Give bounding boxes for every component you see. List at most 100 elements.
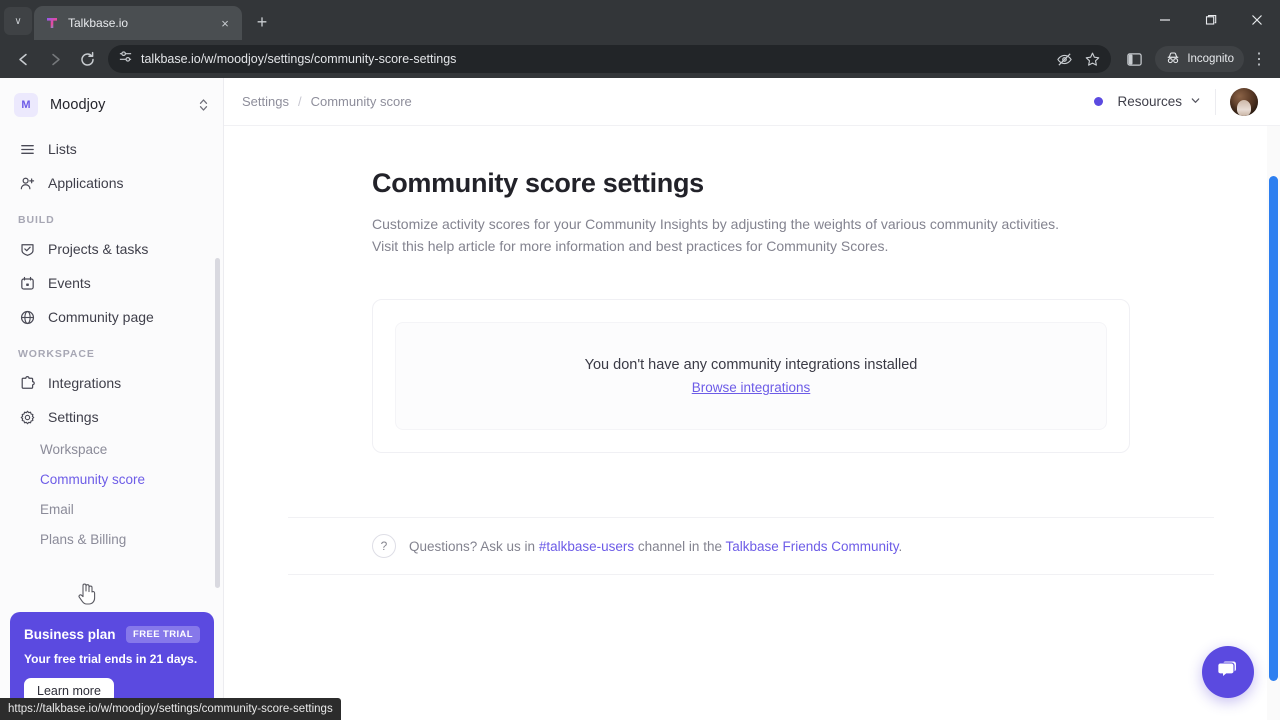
talkbase-users-channel-link[interactable]: #talkbase-users	[539, 539, 634, 554]
tab-search-button[interactable]: ∨	[4, 7, 32, 35]
gear-icon	[18, 408, 36, 426]
chevron-down-icon: ∨	[14, 15, 22, 27]
integrations-card: You don't have any community integration…	[372, 299, 1130, 454]
sidebar-item-community-page[interactable]: Community page	[10, 300, 213, 334]
page-scrollbar[interactable]	[1269, 176, 1278, 681]
avatar[interactable]	[1230, 87, 1258, 116]
sidebar-scrollbar[interactable]	[215, 258, 220, 588]
window-controls	[1142, 0, 1280, 40]
help-text-prefix: Questions? Ask us in	[409, 538, 539, 554]
sidebar: M Moodjoy Lists Applications BUILD Proje…	[0, 78, 224, 720]
help-text-middle: channel in the	[634, 538, 726, 554]
star-icon[interactable]	[1079, 46, 1105, 72]
main-area: Settings / Community score Resources Com…	[224, 78, 1280, 720]
chevron-up-down-icon[interactable]	[198, 97, 209, 113]
omnibox-actions	[1051, 46, 1105, 72]
app-root: M Moodjoy Lists Applications BUILD Proje…	[0, 78, 1280, 720]
incognito-indicator[interactable]: Incognito	[1155, 46, 1244, 72]
incognito-icon	[1165, 50, 1181, 69]
help-text-suffix: .	[898, 538, 903, 554]
tab-title: Talkbase.io	[68, 16, 129, 30]
breadcrumb: Settings / Community score	[242, 94, 412, 109]
sidebar-item-integrations[interactable]: Integrations	[10, 366, 213, 400]
sidebar-subitem-community-score[interactable]: Community score	[10, 464, 213, 494]
talkbase-friends-community-link[interactable]: Talkbase Friends Community	[725, 539, 898, 554]
sidebar-item-label: Integrations	[48, 375, 122, 391]
page-description-line2: Visit this help article for more informa…	[372, 238, 889, 255]
sidebar-section-build: BUILD	[18, 214, 55, 226]
page-content: Community score settings Customize activ…	[224, 126, 1280, 720]
status-badge: FREE TRIAL	[126, 626, 200, 643]
sidebar-item-label: Events	[48, 275, 91, 291]
forward-icon	[40, 44, 70, 74]
top-bar: Settings / Community score Resources	[224, 78, 1280, 126]
notification-dot[interactable]	[1094, 97, 1104, 106]
plan-card-header: Business plan FREE TRIAL	[24, 626, 200, 643]
sidebar-subitem-workspace[interactable]: Workspace	[10, 434, 213, 464]
help-text: Questions? Ask us in #talkbase-users cha…	[409, 539, 902, 554]
url-text[interactable]: talkbase.io/w/moodjoy/settings/community…	[141, 52, 1043, 66]
user-plus-icon	[18, 174, 36, 192]
plan-subtitle: Your free trial ends in 21 days.	[24, 652, 198, 666]
question-mark-icon: ?	[372, 534, 396, 559]
sidebar-item-label: Projects & tasks	[48, 241, 149, 257]
check-shield-icon	[18, 240, 36, 258]
address-bar[interactable]: talkbase.io/w/moodjoy/settings/community…	[108, 45, 1112, 73]
browser-tab[interactable]: Talkbase.io ×	[34, 6, 242, 40]
sidebar-item-label: Community page	[48, 309, 154, 325]
plan-title: Business plan	[24, 627, 116, 642]
tab-strip: ∨ Talkbase.io × +	[0, 0, 1280, 40]
resources-dropdown[interactable]: Resources	[1117, 94, 1201, 109]
close-window-icon[interactable]	[1234, 0, 1280, 40]
page-description: Customize activity scores for your Commu…	[372, 213, 1072, 257]
sidebar-item-lists[interactable]: Lists	[10, 132, 213, 166]
sidebar-item-applications[interactable]: Applications	[10, 166, 213, 200]
status-bar-link-preview: https://talkbase.io/w/moodjoy/settings/c…	[0, 698, 341, 720]
sidebar-nav: Lists Applications BUILD Projects & task…	[0, 128, 223, 554]
divider	[1215, 88, 1216, 115]
empty-state-message: You don't have any community integration…	[584, 357, 918, 374]
incognito-label: Incognito	[1187, 53, 1234, 65]
minimize-icon[interactable]	[1142, 0, 1188, 40]
talkbase-logo-icon	[44, 15, 60, 31]
sidebar-item-settings[interactable]: Settings	[10, 400, 213, 434]
browser-menu-icon[interactable]: ⋮	[1246, 44, 1272, 74]
workspace-logo: M	[14, 93, 38, 117]
browse-integrations-link[interactable]: Browse integrations	[692, 380, 811, 395]
sidebar-item-projects-tasks[interactable]: Projects & tasks	[10, 232, 213, 266]
sidebar-section-workspace: WORKSPACE	[18, 348, 95, 360]
sidebar-item-events[interactable]: Events	[10, 266, 213, 300]
globe-icon	[18, 308, 36, 326]
browser-toolbar: talkbase.io/w/moodjoy/settings/community…	[0, 40, 1280, 78]
sidebar-subitem-plans-billing[interactable]: Plans & Billing	[10, 524, 213, 554]
breadcrumb-current: Community score	[310, 94, 412, 109]
close-icon[interactable]: ×	[216, 14, 234, 32]
sidebar-item-label: Applications	[48, 175, 124, 191]
new-tab-button[interactable]: +	[248, 8, 276, 36]
reload-icon[interactable]	[72, 44, 102, 74]
back-icon[interactable]	[8, 44, 38, 74]
sidebar-subitem-email[interactable]: Email	[10, 494, 213, 524]
breadcrumb-separator: /	[297, 94, 302, 109]
page-description-line1: Customize activity scores for your Commu…	[372, 216, 1060, 232]
maximize-icon[interactable]	[1188, 0, 1234, 40]
page-title: Community score settings	[372, 168, 704, 198]
list-icon	[18, 140, 36, 158]
resources-label: Resources	[1117, 94, 1182, 109]
chat-bubble-icon	[1215, 657, 1241, 688]
chat-launcher-button[interactable]	[1202, 646, 1254, 698]
puzzle-icon	[18, 374, 36, 392]
chevron-down-icon	[1190, 94, 1201, 109]
calendar-icon	[18, 274, 36, 292]
mouse-cursor	[76, 581, 98, 607]
breadcrumb-parent[interactable]: Settings	[242, 94, 289, 109]
side-panel-icon[interactable]	[1119, 44, 1149, 74]
site-settings-icon[interactable]	[118, 49, 133, 69]
sidebar-item-label: Lists	[48, 141, 77, 157]
eye-off-icon[interactable]	[1051, 46, 1077, 72]
empty-state: You don't have any community integration…	[395, 322, 1107, 431]
workspace-name: Moodjoy	[50, 97, 106, 113]
help-question-bar: ? Questions? Ask us in #talkbase-users c…	[288, 517, 1214, 576]
top-bar-actions: Resources	[1094, 87, 1258, 116]
workspace-switcher[interactable]: M Moodjoy	[0, 82, 223, 128]
